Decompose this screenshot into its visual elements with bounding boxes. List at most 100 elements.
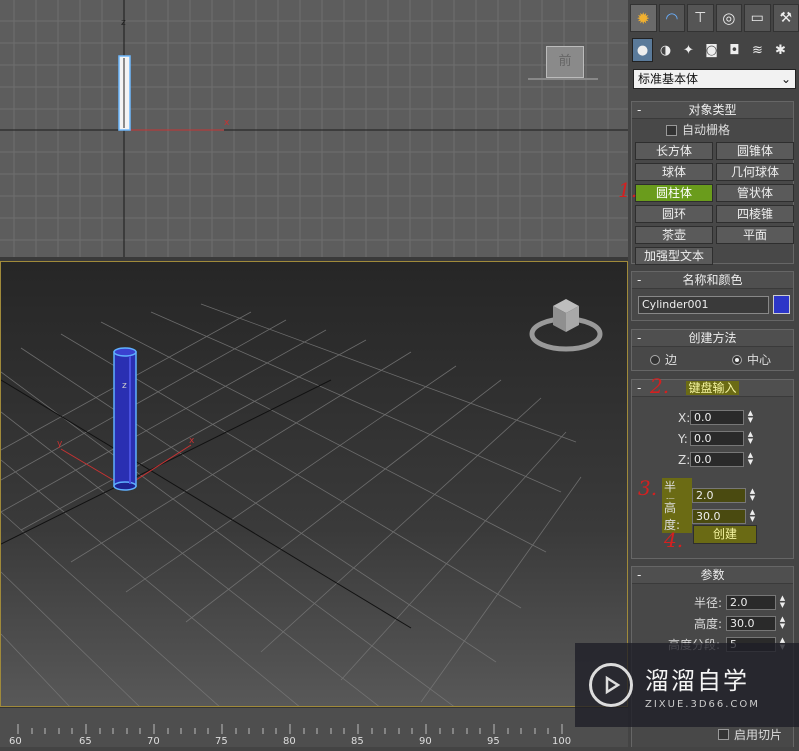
timeline-tick-label: 75 xyxy=(215,736,228,747)
x-row: X: 0.0 ▲▼ xyxy=(678,410,755,425)
watermark-subtitle: ZIXUE.3D66.COM xyxy=(645,699,760,710)
x-spinner-icon[interactable]: ▲▼ xyxy=(746,410,755,425)
name-color-rollout: -名称和颜色 Cylinder001 xyxy=(631,271,794,321)
autogrid-checkbox[interactable] xyxy=(666,125,677,136)
keyboard-entry-rollout: -键盘输入 X: 0.0 ▲▼ Y: 0.0 ▲▼ Z: 0.0 ▲▼ 半径: … xyxy=(631,379,794,559)
modify-tab-icon[interactable]: ◠ xyxy=(659,4,686,32)
y-input[interactable]: 0.0 xyxy=(690,431,744,446)
param-radius-row: 半径: 2.0 ▲▼ xyxy=(694,594,787,611)
cylinder-persp[interactable] xyxy=(114,348,136,490)
category-dropdown[interactable]: 标准基本体 ⌄ xyxy=(633,69,796,89)
param-height-row: 高度: 30.0 ▲▼ xyxy=(694,615,787,632)
creation-method-header[interactable]: -创建方法 xyxy=(632,330,793,347)
watermark-title: 溜溜自学 xyxy=(645,661,760,696)
shapes-icon[interactable]: ◑ xyxy=(655,38,676,62)
sphere-button[interactable]: 球体 xyxy=(635,163,713,181)
autogrid-label: 自动栅格 xyxy=(682,123,730,137)
box-button[interactable]: 长方体 xyxy=(635,142,713,160)
param-radius-label: 半径: xyxy=(694,594,726,611)
motion-tab-icon[interactable]: ◎ xyxy=(716,4,743,32)
height-input[interactable]: 30.0 xyxy=(692,509,746,524)
timeline-tick-label: 85 xyxy=(351,736,364,747)
timeline-tick-label: 60 xyxy=(9,736,22,747)
cylinder-button[interactable]: 圆柱体 xyxy=(635,184,713,202)
edge-radio[interactable] xyxy=(650,355,660,365)
spacewarps-icon[interactable]: ≋ xyxy=(747,38,768,62)
display-tab-icon[interactable]: ▭ xyxy=(744,4,771,32)
utilities-tab-icon[interactable]: ⚒ xyxy=(773,4,799,32)
cone-button[interactable]: 圆锥体 xyxy=(716,142,794,160)
param-radius-spinner-icon[interactable]: ▲▼ xyxy=(778,595,787,610)
edge-radio-row[interactable]: 边 xyxy=(650,351,677,368)
z-label: Z: xyxy=(678,453,690,467)
timeline-tick-label: 100 xyxy=(552,736,571,747)
step-annotation-2: 2. xyxy=(650,374,669,398)
chevron-down-icon: ⌄ xyxy=(781,70,791,88)
axis-z-label: z xyxy=(121,18,126,28)
timeline-tick-label: 90 xyxy=(419,736,432,747)
top-grid xyxy=(0,0,628,257)
object-type-title: 对象类型 xyxy=(688,103,736,117)
parameters-header[interactable]: -参数 xyxy=(632,567,793,584)
tube-button[interactable]: 管状体 xyxy=(716,184,794,202)
play-logo-icon xyxy=(589,663,633,707)
persp-axis-z-label: z xyxy=(122,381,127,391)
timeline-tick-label: 80 xyxy=(283,736,296,747)
viewcube-persp[interactable] xyxy=(529,294,603,356)
center-label: 中心 xyxy=(747,351,771,368)
z-spinner-icon[interactable]: ▲▼ xyxy=(746,452,755,467)
cameras-icon[interactable]: ◙ xyxy=(701,38,722,62)
create-subtabs: ● ◑ ✦ ◙ ◘ ≋ ✱ xyxy=(632,38,798,64)
torus-button[interactable]: 圆环 xyxy=(635,205,713,223)
geometry-icon[interactable]: ● xyxy=(632,38,653,62)
slice-on-checkbox[interactable] xyxy=(718,729,729,740)
timeline-tick-label: 70 xyxy=(147,736,160,747)
y-spinner-icon[interactable]: ▲▼ xyxy=(746,431,755,446)
z-row: Z: 0.0 ▲▼ xyxy=(678,452,755,467)
edge-label: 边 xyxy=(665,351,677,368)
pyramid-button[interactable]: 四棱锥 xyxy=(716,205,794,223)
timeline-ticks xyxy=(0,708,628,748)
x-input[interactable]: 0.0 xyxy=(690,410,744,425)
param-height-label: 高度: xyxy=(694,615,726,632)
persp-axis-y-label: y xyxy=(57,439,62,449)
parameters-title: 参数 xyxy=(700,568,724,582)
x-label: X: xyxy=(678,411,690,425)
name-color-header[interactable]: -名称和颜色 xyxy=(632,272,793,289)
time-slider-track[interactable]: 60 65 70 75 80 85 90 95 100 xyxy=(0,707,628,747)
autogrid-row[interactable]: 自动栅格 xyxy=(632,119,793,139)
z-input[interactable]: 0.0 xyxy=(690,452,744,467)
geosphere-button[interactable]: 几何球体 xyxy=(716,163,794,181)
object-name-input[interactable]: Cylinder001 xyxy=(638,296,769,314)
helpers-icon[interactable]: ◘ xyxy=(724,38,745,62)
perspective-viewport[interactable]: z x y xyxy=(0,261,628,707)
textplus-button[interactable]: 加强型文本 xyxy=(635,247,713,265)
teapot-button[interactable]: 茶壶 xyxy=(635,226,713,244)
plane-button[interactable]: 平面 xyxy=(716,226,794,244)
persp-axis-x-label: x xyxy=(189,436,194,446)
create-tab-icon[interactable]: ✹ xyxy=(630,4,657,32)
param-height-spinner-icon[interactable]: ▲▼ xyxy=(778,616,787,631)
step-annotation-3: 3. xyxy=(638,476,657,500)
object-type-header[interactable]: -对象类型 xyxy=(632,102,793,119)
slice-on-row[interactable]: 启用切片 xyxy=(718,726,782,743)
lights-icon[interactable]: ✦ xyxy=(678,38,699,62)
height-spinner-icon[interactable]: ▲▼ xyxy=(748,509,757,524)
step-annotation-1: 1. xyxy=(618,178,637,202)
viewcube-ring xyxy=(528,74,598,80)
create-button[interactable]: 创建 xyxy=(693,525,757,544)
name-color-title: 名称和颜色 xyxy=(682,273,742,287)
center-radio[interactable] xyxy=(732,355,742,365)
watermark: 溜溜自学 ZIXUE.3D66.COM xyxy=(575,643,799,727)
axis-x-label: x xyxy=(224,118,229,128)
keyboard-entry-title: 键盘输入 xyxy=(686,381,738,395)
hierarchy-tab-icon[interactable]: ⊤ xyxy=(687,4,714,32)
category-dropdown-value: 标准基本体 xyxy=(638,72,698,86)
command-panel-tabs: ✹ ◠ ⊤ ◎ ▭ ⚒ xyxy=(628,4,799,34)
object-color-swatch[interactable] xyxy=(773,295,790,314)
center-radio-row[interactable]: 中心 xyxy=(732,351,771,368)
param-radius-input[interactable]: 2.0 xyxy=(726,595,776,610)
param-height-input[interactable]: 30.0 xyxy=(726,616,776,631)
top-viewport[interactable]: z x 前 xyxy=(0,0,628,257)
systems-icon[interactable]: ✱ xyxy=(770,38,791,62)
